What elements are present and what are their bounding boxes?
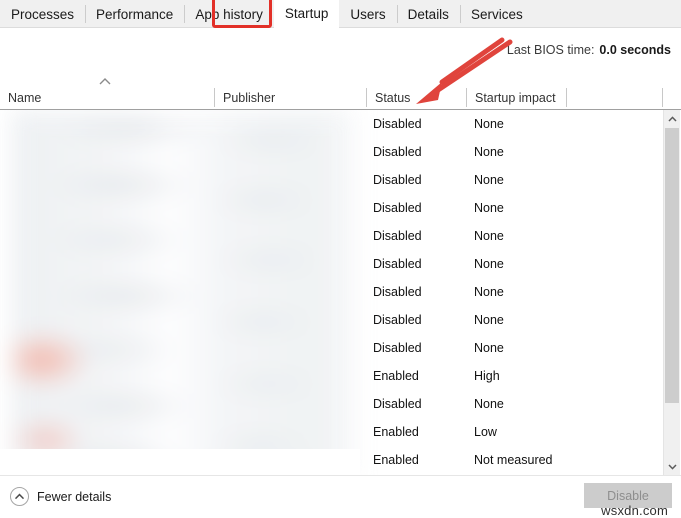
- tab-performance[interactable]: Performance: [85, 0, 184, 28]
- cell-startup-impact: Low: [474, 425, 497, 439]
- tab-services[interactable]: Services: [460, 0, 534, 28]
- task-manager-window: Processes Performance App history Startu…: [0, 0, 681, 518]
- cell-status: Enabled: [373, 453, 419, 467]
- tab-strip: Processes Performance App history Startu…: [0, 0, 681, 28]
- cell-startup-impact: None: [474, 173, 504, 187]
- cell-status: Enabled: [373, 369, 419, 383]
- table-column-headers: Name Publisher Status Startup impact: [0, 86, 681, 110]
- tab-users[interactable]: Users: [339, 0, 396, 28]
- column-header-publisher-label: Publisher: [215, 91, 275, 105]
- last-bios-time-label: Last BIOS time:: [507, 43, 595, 57]
- fewer-details-label: Fewer details: [37, 490, 111, 504]
- tab-app-history[interactable]: App history: [184, 0, 274, 28]
- tab-services-label: Services: [471, 7, 523, 22]
- tab-app-history-label: App history: [195, 7, 263, 22]
- table-row[interactable]: Disabled None: [0, 250, 655, 278]
- table-row[interactable]: Disabled None: [0, 390, 655, 418]
- cell-startup-impact: Not measured: [474, 453, 553, 467]
- tab-processes-label: Processes: [11, 7, 74, 22]
- cell-startup-impact: None: [474, 341, 504, 355]
- fewer-details-button[interactable]: Fewer details: [10, 487, 111, 506]
- footer-bar: Fewer details Disable wsxdn.com: [0, 475, 681, 518]
- scrollbar-down-button[interactable]: [664, 458, 680, 475]
- cell-status: Enabled: [373, 425, 419, 439]
- cell-status: Disabled: [373, 145, 422, 159]
- table-row[interactable]: Disabled None: [0, 194, 655, 222]
- cell-startup-impact: None: [474, 117, 504, 131]
- column-header-filler: [567, 86, 663, 109]
- cell-startup-impact: None: [474, 145, 504, 159]
- table-row[interactable]: Enabled Low: [0, 418, 655, 446]
- column-header-status[interactable]: Status: [367, 86, 467, 109]
- scrollbar-up-button[interactable]: [664, 110, 680, 127]
- column-divider[interactable]: [662, 88, 663, 107]
- tab-startup-label: Startup: [285, 6, 329, 21]
- annotation-arrow-bios-icon: [430, 36, 510, 86]
- column-header-startup-impact-label: Startup impact: [467, 91, 556, 105]
- table-row[interactable]: Enabled High: [0, 362, 655, 390]
- sort-ascending-icon: [98, 76, 112, 86]
- column-header-name[interactable]: Name: [0, 86, 215, 109]
- startup-items-rows: DisabledNoneDisabledNoneDisabledNoneDisa…: [0, 110, 655, 474]
- cell-status: Disabled: [373, 397, 422, 411]
- cell-startup-impact: None: [474, 257, 504, 271]
- watermark-text: wsxdn.com: [601, 503, 668, 518]
- tab-performance-label: Performance: [96, 7, 173, 22]
- table-row[interactable]: Disabled None: [0, 166, 655, 194]
- tab-users-label: Users: [350, 7, 385, 22]
- cell-startup-impact: High: [474, 369, 500, 383]
- cell-status: Disabled: [373, 117, 422, 131]
- cell-status: Disabled: [373, 285, 422, 299]
- cell-startup-impact: None: [474, 201, 504, 215]
- scrollbar-thumb[interactable]: [665, 128, 679, 403]
- table-row[interactable]: Disabled None: [0, 306, 655, 334]
- cell-status: Disabled: [373, 313, 422, 327]
- table-row[interactable]: Disabled None: [0, 110, 655, 138]
- table-row[interactable]: Disabled None: [0, 334, 655, 362]
- table-row[interactable]: Disabled None: [0, 278, 655, 306]
- column-header-name-label: Name: [0, 91, 41, 105]
- tab-details-label: Details: [408, 7, 449, 22]
- cell-status: Disabled: [373, 201, 422, 215]
- cell-status: Disabled: [373, 341, 422, 355]
- table-row[interactable]: Disabled None: [0, 138, 655, 166]
- cell-startup-impact: None: [474, 229, 504, 243]
- last-bios-time: Last BIOS time: 0.0 seconds: [507, 43, 671, 57]
- cell-status: Disabled: [373, 229, 422, 243]
- vertical-scrollbar[interactable]: [663, 110, 680, 475]
- column-header-startup-impact[interactable]: Startup impact: [467, 86, 567, 109]
- table-row[interactable]: Disabled None: [0, 222, 655, 250]
- tab-startup[interactable]: Startup: [274, 0, 340, 28]
- cell-startup-impact: None: [474, 285, 504, 299]
- cell-startup-impact: None: [474, 397, 504, 411]
- startup-items-list[interactable]: DisabledNoneDisabledNoneDisabledNoneDisa…: [0, 110, 681, 475]
- table-row[interactable]: Enabled Not measured: [0, 446, 655, 474]
- tab-processes[interactable]: Processes: [0, 0, 85, 28]
- cell-startup-impact: None: [474, 313, 504, 327]
- disable-button-label: Disable: [607, 489, 649, 503]
- chevron-up-circle-icon: [10, 487, 29, 506]
- column-header-status-label: Status: [367, 91, 410, 105]
- cell-status: Disabled: [373, 173, 422, 187]
- cell-status: Disabled: [373, 257, 422, 271]
- tab-list: Processes Performance App history Startu…: [0, 0, 534, 28]
- last-bios-time-value: 0.0 seconds: [599, 43, 671, 57]
- chevron-down-icon: [668, 464, 677, 470]
- chevron-up-icon: [668, 116, 677, 122]
- tab-details[interactable]: Details: [397, 0, 460, 28]
- column-header-publisher[interactable]: Publisher: [215, 86, 367, 109]
